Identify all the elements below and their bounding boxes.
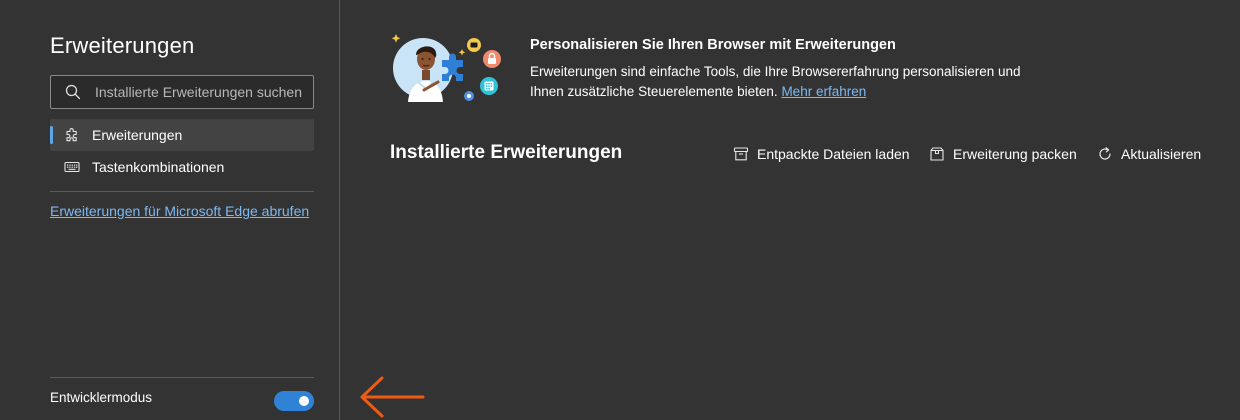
- pack-extension-icon: [930, 147, 944, 161]
- annotation-arrow-icon: [360, 376, 425, 418]
- search-box[interactable]: [50, 75, 314, 109]
- refresh-label: Aktualisieren: [1121, 146, 1202, 162]
- extensions-illustration: [391, 34, 501, 102]
- sidebar-divider: [50, 377, 314, 378]
- sidebar-item-keyboard-shortcuts[interactable]: Tastenkombinationen: [50, 151, 314, 183]
- search-icon: [65, 84, 81, 100]
- load-unpacked-button[interactable]: Entpackte Dateien laden: [733, 144, 910, 164]
- hero-description: Erweiterungen sind einfache Tools, die I…: [530, 62, 1050, 102]
- developer-mode-label: Entwicklermodus: [50, 390, 153, 405]
- sidebar-item-label: Erweiterungen: [92, 127, 183, 143]
- hero-description-text: Erweiterungen sind einfache Tools, die I…: [530, 64, 1021, 99]
- hero-title: Personalisieren Sie Ihren Browser mit Er…: [530, 37, 896, 53]
- search-input[interactable]: [95, 76, 309, 108]
- load-unpacked-label: Entpackte Dateien laden: [757, 146, 910, 162]
- installed-extensions-title: Installierte Erweiterungen: [390, 142, 623, 163]
- sidebar-item-label: Tastenkombinationen: [92, 159, 225, 175]
- sidebar-item-extensions[interactable]: Erweiterungen: [50, 119, 314, 151]
- puzzle-icon: [66, 128, 77, 142]
- get-extensions-link[interactable]: Erweiterungen für Microsoft Edge abrufen: [50, 203, 309, 219]
- toggle-knob: [299, 396, 309, 406]
- learn-more-link[interactable]: Mehr erfahren: [781, 84, 866, 99]
- pack-extension-label: Erweiterung packen: [953, 146, 1077, 162]
- refresh-icon: [1099, 147, 1111, 160]
- refresh-button[interactable]: Aktualisieren: [1097, 144, 1201, 164]
- pack-extension-button[interactable]: Erweiterung packen: [929, 144, 1077, 164]
- developer-mode-toggle[interactable]: [274, 391, 314, 411]
- sidebar: Erweiterungen Erweiterungen Tasten: [0, 0, 340, 420]
- load-unpacked-icon: [733, 147, 749, 161]
- sidebar-title: Erweiterungen: [50, 33, 195, 58]
- keyboard-icon: [64, 161, 80, 173]
- sidebar-divider: [50, 191, 314, 192]
